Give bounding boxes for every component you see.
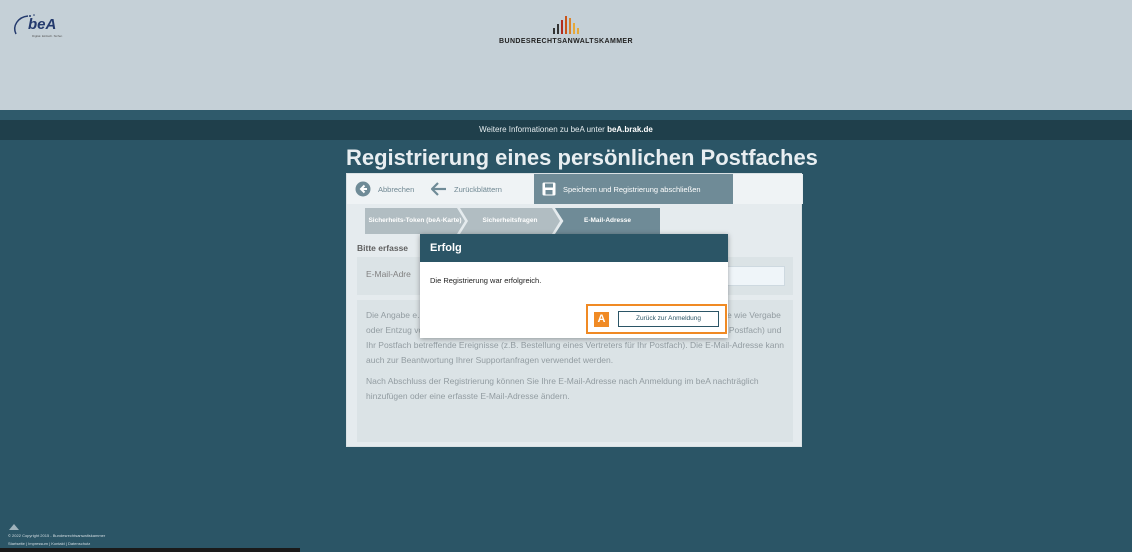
brak-logo: BUNDESRECHTSANWALTSKAMMER: [491, 16, 641, 45]
bea-logo[interactable]: beA Digital. Einfach. Sicher.: [10, 12, 64, 42]
dialog-message: Die Registrierung war erfolgreich.: [430, 276, 542, 285]
bea-logo-text: beA: [28, 16, 57, 33]
back-to-login-button[interactable]: Zurück zur Anmeldung: [618, 311, 719, 327]
highlight-box: A Zurück zur Anmeldung: [586, 304, 727, 334]
page-title: Registrierung eines persönlichen Postfac…: [346, 145, 818, 170]
highlight-tag: A: [594, 312, 609, 327]
brak-name: BUNDESRECHTSANWALTSKAMMER: [499, 38, 633, 45]
brak-footer-icon: [9, 524, 19, 530]
header-strip: [0, 110, 1132, 120]
info-band-link[interactable]: beA.brak.de: [607, 125, 653, 134]
success-dialog: Erfolg Die Registrierung war erfolgreich…: [420, 234, 728, 338]
info-band: Weitere Informationen zu beA unter beA.b…: [0, 120, 1132, 140]
footer-copyright: © 2022 Copyright 2015 - Bundesrechtsanwa…: [8, 533, 106, 538]
bottom-bar: [0, 548, 300, 552]
footer-links[interactable]: Startseite | Impressum | Kontakt | Daten…: [8, 541, 90, 546]
brak-logo-icon: [491, 16, 641, 34]
site-header: beA Digital. Einfach. Sicher. BUNDESRECH…: [0, 0, 1132, 110]
bea-logo-tagline: Digital. Einfach. Sicher.: [32, 34, 63, 38]
dialog-title: Erfolg: [420, 234, 728, 262]
info-band-text: Weitere Informationen zu beA unter: [479, 125, 608, 134]
